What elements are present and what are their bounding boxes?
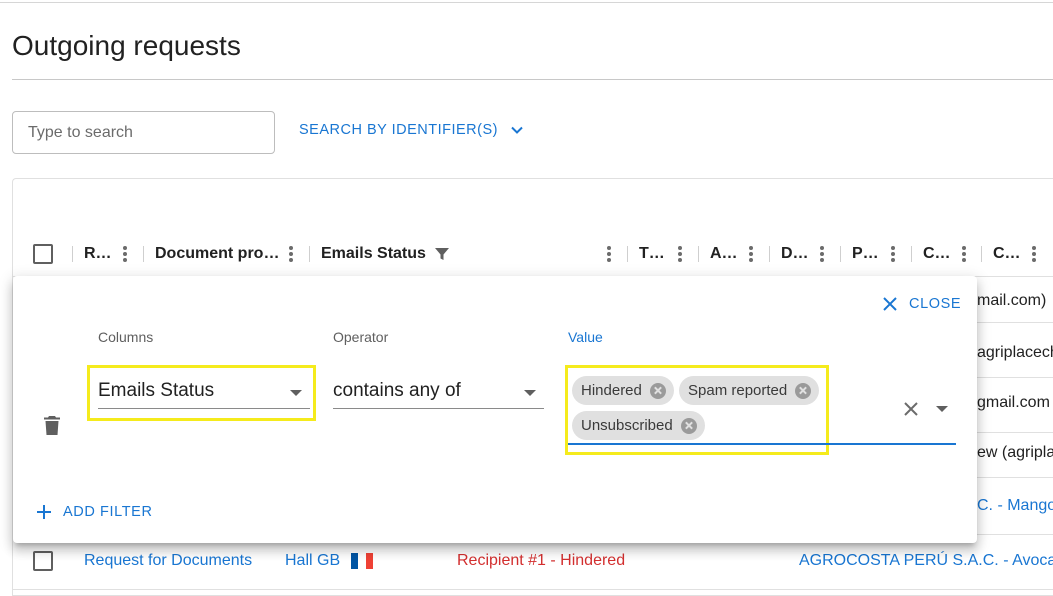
filter-icon[interactable] <box>434 246 450 262</box>
column-header-document-provider[interactable]: Document pro… <box>155 234 279 274</box>
column-menu-icon[interactable] <box>749 246 753 262</box>
operator-select-value: contains any of <box>333 380 461 401</box>
search-input[interactable] <box>13 112 274 153</box>
column-separator <box>840 246 841 262</box>
filter-panel: CLOSE Columns Operator Value Emails Stat… <box>13 276 977 543</box>
value-input-underline <box>568 443 956 445</box>
title-divider <box>12 79 1053 80</box>
highlight-box <box>565 365 829 455</box>
column-separator <box>627 246 628 262</box>
column-menu-icon[interactable] <box>820 246 824 262</box>
column-separator <box>981 246 982 262</box>
company-link[interactable]: AGROCOSTA PERÚ S.A.C. - Avocad <box>799 552 1053 570</box>
column-header-emails-status[interactable]: Emails Status <box>321 234 450 274</box>
column-menu-icon[interactable] <box>678 246 682 262</box>
dropdown-arrow-icon <box>524 390 536 396</box>
row-divider <box>13 589 1053 590</box>
column-separator <box>143 246 144 262</box>
table-cell: agriplacecha <box>977 344 1053 361</box>
table-cell: mail.com) <box>977 292 1047 309</box>
search-by-identifier-label: SEARCH BY IDENTIFIER(S) <box>299 122 498 138</box>
column-header-d[interactable]: D… <box>781 234 809 274</box>
add-filter-label: ADD FILTER <box>63 504 153 520</box>
highlight-box <box>87 365 316 421</box>
column-header-a[interactable]: A… <box>710 234 738 274</box>
clear-icon[interactable] <box>904 402 918 416</box>
column-menu-icon[interactable] <box>289 246 293 262</box>
table-cell: gmail.com <box>977 394 1050 411</box>
table-cell-link[interactable]: C. - Mango <box>977 497 1053 515</box>
column-separator <box>698 246 699 262</box>
column-menu-icon[interactable] <box>1032 246 1036 262</box>
column-menu-icon[interactable] <box>123 246 127 262</box>
search-by-identifier-button[interactable]: SEARCH BY IDENTIFIER(S) <box>299 120 524 140</box>
column-menu-icon[interactable] <box>962 246 966 262</box>
value-dropdown-arrow-icon[interactable] <box>936 406 948 412</box>
document-provider-link[interactable]: Hall GB <box>285 552 340 570</box>
column-header-p[interactable]: P… <box>852 234 879 274</box>
row-checkbox[interactable] <box>33 551 53 571</box>
column-menu-icon[interactable] <box>607 246 611 262</box>
emails-status-header-label: Emails Status <box>321 245 426 262</box>
grid-header: R… Document pro… Emails Status T… A… D… … <box>13 234 1053 274</box>
emails-status-value: Recipient #1 - Hindered <box>457 552 626 569</box>
page-title: Outgoing requests <box>12 30 241 61</box>
column-header-t[interactable]: T… <box>639 234 665 274</box>
table-cell: ew (agripla <box>977 444 1053 461</box>
plus-icon <box>37 505 51 519</box>
column-separator <box>309 246 310 262</box>
column-separator <box>72 246 73 262</box>
close-label: CLOSE <box>909 296 962 312</box>
request-name-link[interactable]: Request for Documents <box>84 552 252 570</box>
column-header-c2[interactable]: C… <box>993 234 1021 274</box>
column-separator <box>911 246 912 262</box>
close-button[interactable]: CLOSE <box>883 296 961 312</box>
delete-icon[interactable] <box>44 416 60 435</box>
value-label: Value <box>568 329 603 345</box>
chevron-down-icon <box>511 126 523 134</box>
search-field[interactable] <box>12 111 275 154</box>
top-border <box>0 0 1053 3</box>
select-all-checkbox[interactable] <box>33 244 53 264</box>
operator-label: Operator <box>333 329 389 345</box>
operator-select[interactable]: contains any of <box>333 379 544 409</box>
column-header-c[interactable]: C… <box>923 234 951 274</box>
france-flag-icon <box>351 553 373 569</box>
close-icon <box>883 297 897 311</box>
column-header-request[interactable]: R… <box>84 234 112 274</box>
add-filter-button[interactable]: ADD FILTER <box>37 504 153 520</box>
column-separator <box>769 246 770 262</box>
column-menu-icon[interactable] <box>891 246 895 262</box>
columns-label: Columns <box>98 329 154 345</box>
